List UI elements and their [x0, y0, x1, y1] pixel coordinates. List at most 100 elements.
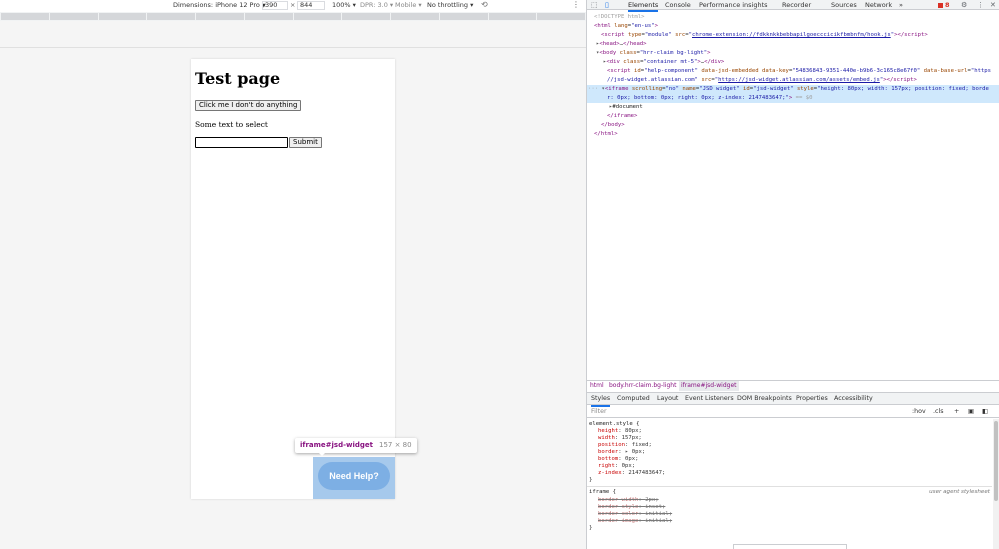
rotate-icon[interactable]: ⟲	[481, 0, 488, 9]
breadcrumb-iframe[interactable]: iframe#jsd-widget	[679, 381, 739, 391]
gear-icon[interactable]: ⚙	[961, 0, 967, 10]
body-class: "hrr-claim bg-light"	[639, 50, 708, 56]
error-icon	[938, 2, 943, 8]
page-title: Test page	[195, 69, 281, 88]
breadcrumb-html[interactable]: html	[590, 381, 604, 391]
dom-line-body-close[interactable]: </body>	[601, 121, 625, 130]
dom-line-body[interactable]: ▾<body class="hrr-claim bg-light">	[596, 49, 711, 58]
ua-prop-row: border-image: initial;	[598, 518, 673, 524]
tab-network[interactable]: Network	[865, 0, 892, 10]
doctype-text: <!DOCTYPE html>	[594, 14, 645, 20]
more-options-icon[interactable]: ⋮	[572, 0, 580, 9]
dom-line-html-close[interactable]: </html>	[594, 130, 618, 139]
prop-value: fixed;	[631, 442, 652, 448]
dummy-button[interactable]: Click me I don't do anything	[195, 100, 302, 111]
dom-line-iframe-selected[interactable]: ··· ▾<iframe scrolling="no" name="JSD wi…	[587, 85, 999, 94]
rule-divider	[587, 486, 992, 487]
tab-sources[interactable]: Sources	[831, 0, 857, 10]
prop-name: border-image	[598, 518, 639, 524]
style-prop-row[interactable]: z-index: 2147483647;	[598, 470, 665, 477]
tab-accessibility[interactable]: Accessibility	[834, 393, 873, 405]
dom-line-help-script[interactable]: <script id="help-component" data-jsd-emb…	[607, 67, 991, 76]
tooltip-size: 157 × 80	[379, 441, 412, 449]
dom-line-iframe-close[interactable]: </iframe>	[607, 112, 637, 121]
tab-console[interactable]: Console	[665, 0, 691, 10]
drawer-handle[interactable]	[733, 544, 847, 549]
throttling-label: No throttling	[427, 1, 469, 9]
breadcrumb-body[interactable]: body.hrr-claim.bg-light	[609, 381, 676, 391]
html-lang: "en-us"	[631, 23, 655, 29]
media-query-bar[interactable]	[0, 12, 586, 21]
dom-line-script-hook[interactable]: <script type="module" src="chrome-extens…	[601, 31, 928, 40]
cls-toggle[interactable]: .cls	[933, 406, 944, 418]
dom-line-container[interactable]: ▸<div class="container mt-5">…</div>	[603, 58, 724, 67]
tab-layout[interactable]: Layout	[657, 393, 678, 405]
inspect-element-icon[interactable]: ⬚	[591, 0, 598, 10]
tab-properties[interactable]: Properties	[796, 393, 828, 405]
zoom-label: 100%	[332, 1, 351, 9]
new-rule-button[interactable]: +	[954, 406, 959, 418]
times-sign: ×	[290, 1, 296, 9]
dom-tree: <!DOCTYPE html> <html lang="en-us"> <scr…	[587, 11, 999, 379]
tooltip-selector: iframe#jsd-widget	[300, 441, 373, 449]
tab-dom-breakpoints[interactable]: DOM Breakpoints	[737, 393, 792, 405]
paint-icon[interactable]: ▣	[968, 406, 974, 418]
device-screen: Test page Click me I don't do anything S…	[191, 59, 395, 499]
prop-name: height	[598, 428, 619, 434]
styles-filter-bar: Filter :hov .cls + ▣ ◧	[587, 406, 999, 418]
device-height-input[interactable]: 844	[297, 1, 325, 10]
prop-value: 80px;	[624, 428, 642, 434]
styles-scrollbar[interactable]	[993, 419, 999, 549]
dom-line-iframe-cont[interactable]: r: 0px; bottom: 0px; right: 0px; z-index…	[587, 94, 999, 103]
prop-value: initial;	[645, 518, 673, 524]
iframe-style-value: "height: 80px; width: 157px; position: f…	[817, 86, 989, 92]
tab-computed[interactable]: Computed	[617, 393, 650, 405]
tab-event-listeners[interactable]: Event Listeners	[685, 393, 734, 405]
styles-tab-bar: Styles Computed Layout Event Listeners D…	[587, 392, 999, 407]
sidebar-toggle-icon[interactable]: ◧	[982, 406, 988, 418]
dpr-dropdown[interactable]: DPR: 3.0 ▾	[360, 1, 393, 9]
dom-line-head[interactable]: ▸<head>…</head>	[596, 40, 647, 49]
rule-close-brace: }	[589, 477, 593, 483]
prop-name: right	[598, 463, 615, 469]
tab-recorder[interactable]: Recorder	[782, 0, 811, 10]
dimensions-label: Dimensions: iPhone 12 Pro	[173, 1, 260, 9]
console-ref: == $0	[795, 95, 813, 101]
base-url-value: "https	[970, 68, 992, 74]
device-toolbar: Dimensions: iPhone 12 Pro ▼ 390 × 844 100…	[0, 0, 586, 11]
mobile-label: Mobile	[395, 1, 417, 9]
dom-line-help-script-cont[interactable]: //jsd-widget.atlassian.com" src="https:/…	[607, 76, 917, 85]
device-width-input[interactable]: 390	[262, 1, 288, 10]
embed-script-link[interactable]: https://jsd-widget.atlassian.com/assets/…	[718, 77, 880, 83]
throttling-dropdown[interactable]: No throttling ▾	[427, 1, 473, 9]
dom-line-doctype[interactable]: <!DOCTYPE html>	[594, 13, 645, 22]
scrollbar-thumb[interactable]	[994, 421, 998, 501]
close-icon[interactable]: ✕	[990, 0, 996, 10]
dom-line-html[interactable]: <html lang="en-us">	[594, 22, 658, 31]
need-help-button[interactable]: Need Help?	[318, 462, 390, 490]
more-tabs-icon[interactable]: »	[899, 0, 903, 10]
user-agent-source: user agent stylesheet	[929, 489, 990, 495]
more-options-icon[interactable]: ⋮	[977, 0, 984, 10]
tab-performance-insights[interactable]: Performance insights	[699, 0, 768, 10]
hook-script-link[interactable]: chrome-extension://fdkknkkbebbapilgoeccc…	[692, 32, 891, 38]
dom-line-document[interactable]: ▸#document	[609, 103, 643, 112]
prop-value: 0px;	[621, 463, 636, 469]
mobile-dropdown[interactable]: Mobile ▾	[395, 1, 422, 9]
filter-input[interactable]: Filter	[591, 406, 607, 418]
prop-name: position	[598, 442, 625, 448]
zoom-dropdown[interactable]: 100% ▾	[332, 1, 356, 9]
iframe-rule-selector: iframe {	[589, 489, 616, 495]
data-key-value: "54836843-9351-440e-b9b6-3c165c8e67f0"	[792, 68, 921, 74]
prop-name: width	[598, 435, 615, 441]
tab-styles[interactable]: Styles	[591, 393, 611, 407]
hov-toggle[interactable]: :hov	[912, 406, 926, 418]
submit-button[interactable]: Submit	[289, 137, 322, 148]
text-input[interactable]	[195, 137, 288, 148]
dpr-label: DPR: 3.0	[360, 1, 388, 9]
expand-triangle-icon[interactable]: ▸	[625, 449, 628, 455]
prop-name: border-width	[598, 497, 639, 503]
dimensions-dropdown[interactable]: Dimensions: iPhone 12 Pro ▼	[173, 1, 266, 9]
error-badge[interactable]: 8	[938, 0, 950, 10]
device-toggle-icon[interactable]: ▯	[605, 0, 609, 10]
